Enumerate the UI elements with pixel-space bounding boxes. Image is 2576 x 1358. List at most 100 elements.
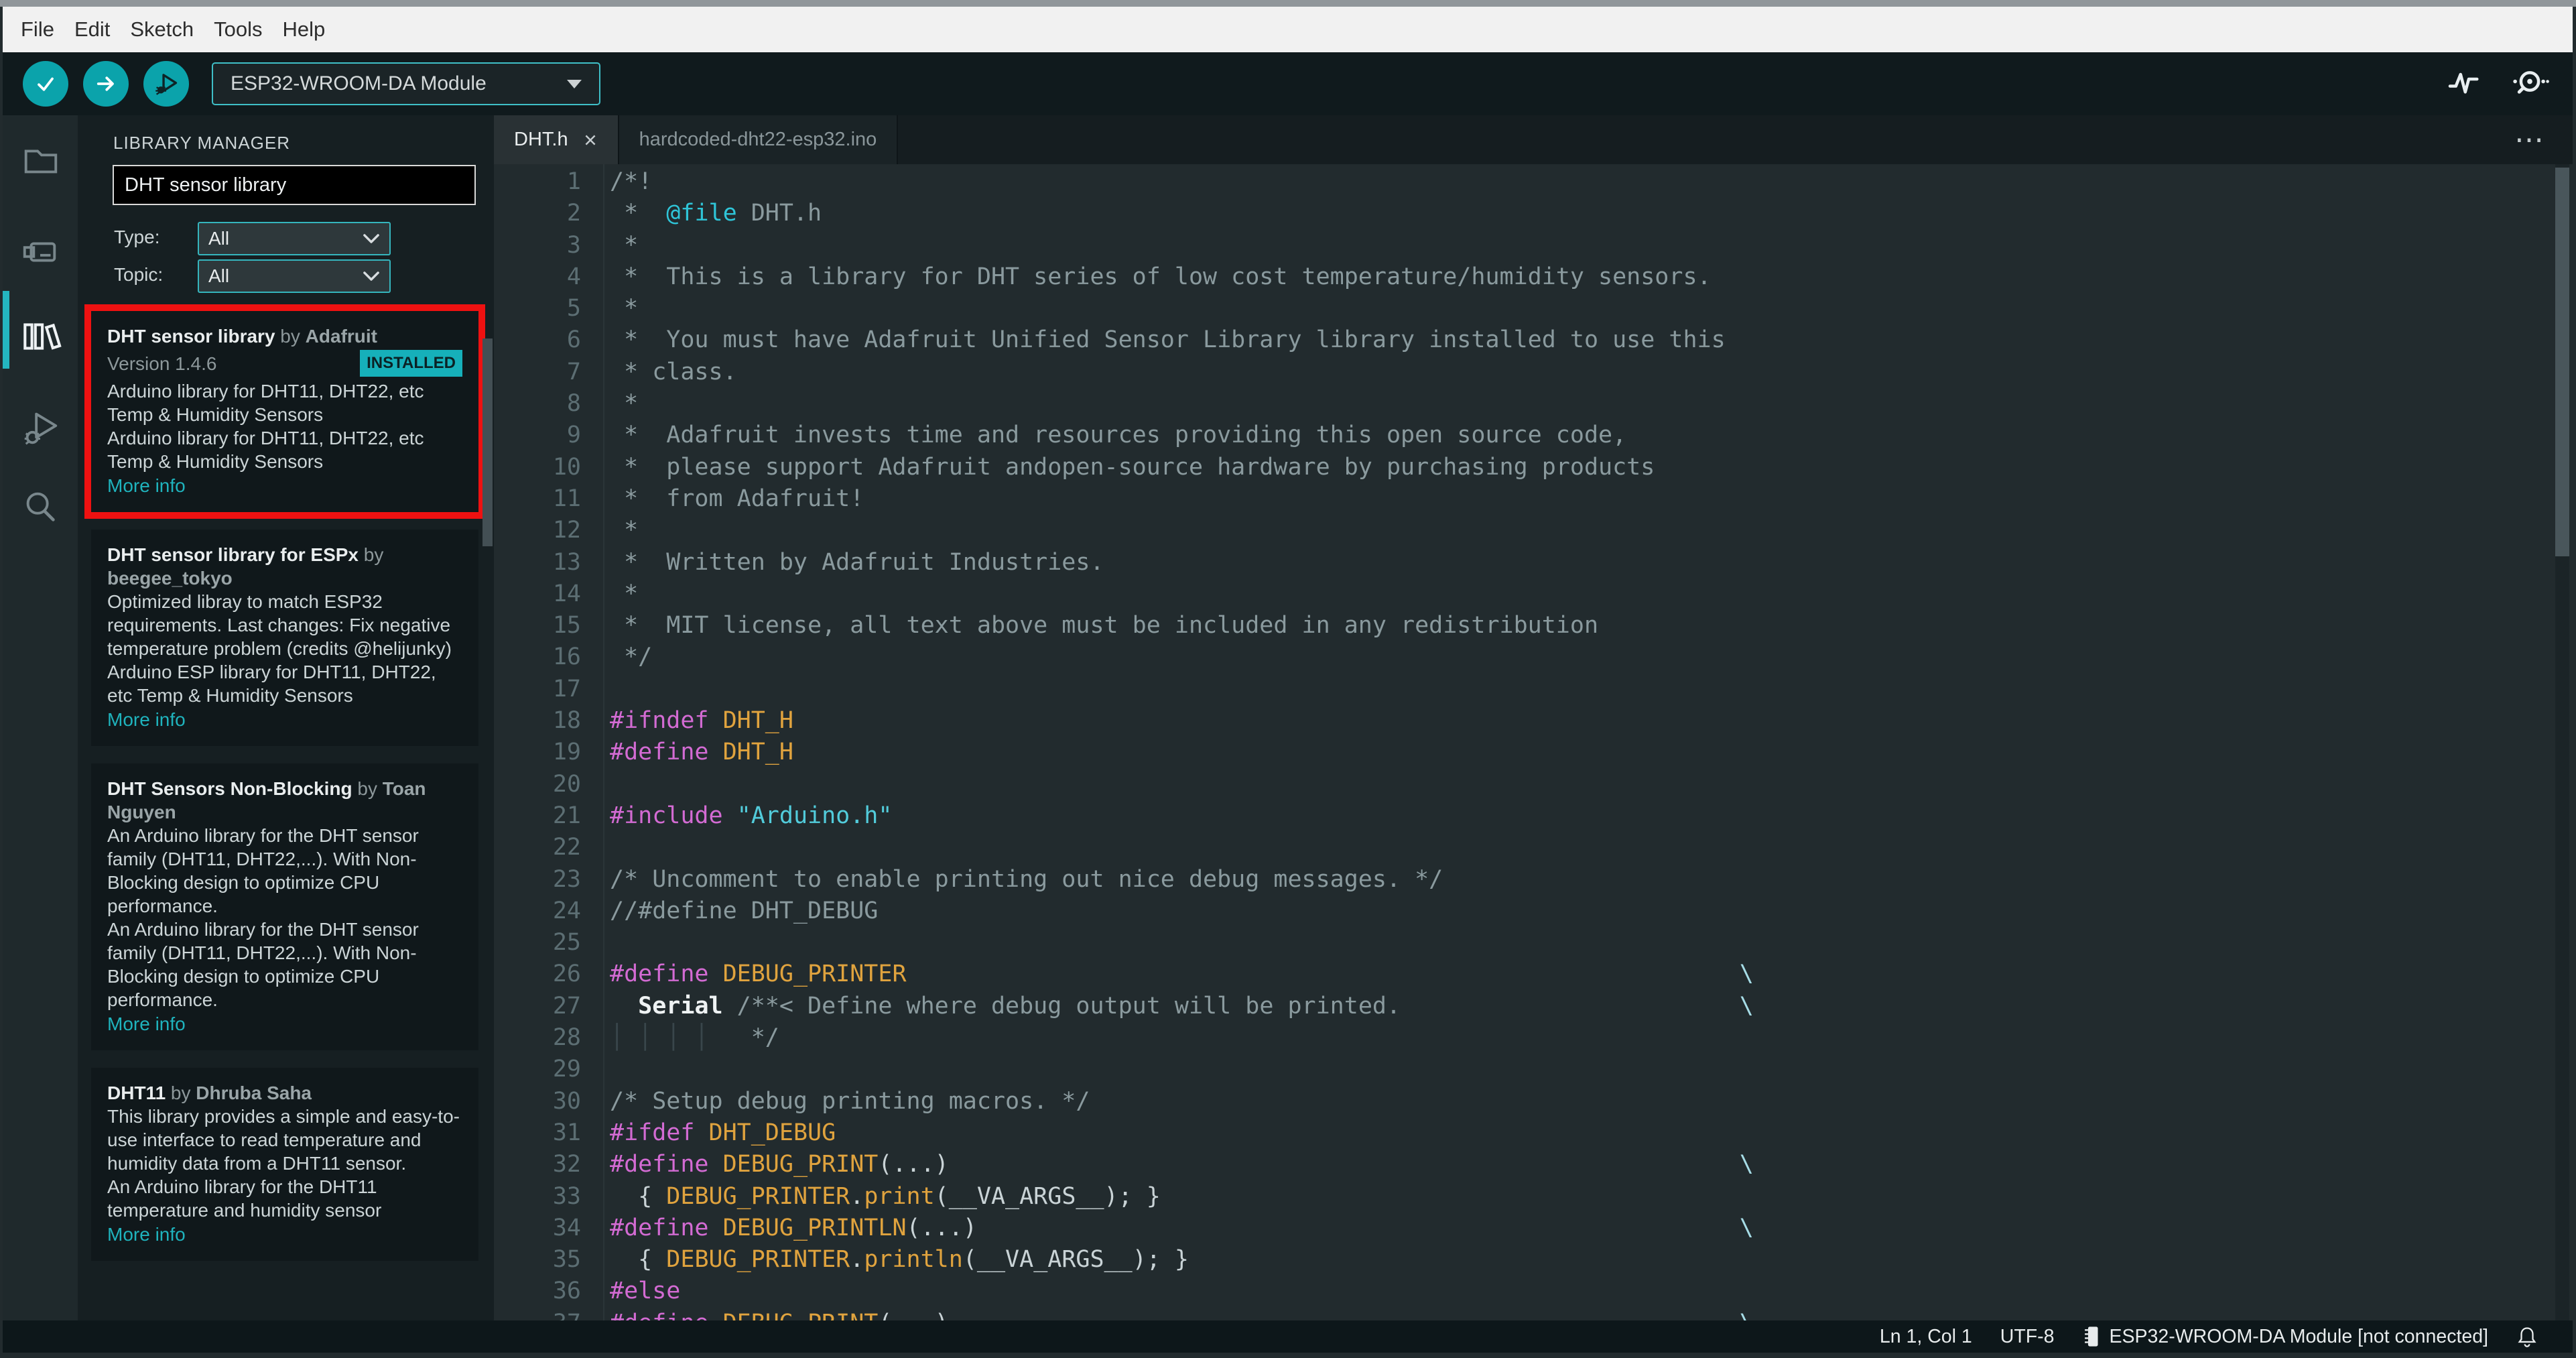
close-icon[interactable] xyxy=(583,133,598,147)
more-info-link[interactable]: More info xyxy=(107,1012,462,1036)
sidebar-item-search[interactable] xyxy=(3,479,78,536)
bug-play-icon xyxy=(152,70,180,98)
tab-DHT.h[interactable]: DHT.h xyxy=(494,115,619,164)
code-line[interactable]: 10 * please support Adafruit andopen-sou… xyxy=(494,452,2573,483)
code-line[interactable]: 36 #else xyxy=(494,1276,2573,1307)
code-token: { xyxy=(610,1182,667,1210)
activity-bar xyxy=(3,115,78,1320)
entry-description: An Arduino library for the DHT sensor fa… xyxy=(107,824,462,1011)
verify-button[interactable] xyxy=(23,61,68,107)
code-line[interactable]: 21 #include "Arduino.h" xyxy=(494,800,2573,832)
code-line[interactable]: 1 /*! xyxy=(494,166,2573,198)
library-entry[interactable]: DHT Sensors Non-Blocking by Toan Nguyen A… xyxy=(91,763,478,1050)
library-entry[interactable]: DHT sensor library for ESPx by beegee_to… xyxy=(91,530,478,746)
code-line[interactable]: 18 #ifndef DHT_H xyxy=(494,705,2573,737)
code-line[interactable]: 25 xyxy=(494,927,2573,959)
code-line[interactable]: 14 * xyxy=(494,578,2573,610)
code-line[interactable]: 29 xyxy=(494,1054,2573,1085)
code-line[interactable]: 17 xyxy=(494,674,2573,705)
line-number: 12 xyxy=(552,517,581,544)
code-token: │ │ │ │ xyxy=(610,1024,709,1052)
by-text: by xyxy=(275,326,306,347)
code-line[interactable]: 19 #define DHT_H xyxy=(494,737,2573,768)
topic-filter-select[interactable]: All xyxy=(198,259,391,293)
code-line[interactable]: 7 * class. xyxy=(494,357,2573,388)
tab-bar: DHT.h hardcoded-dht22-esp32.ino xyxy=(494,115,2573,164)
code-line[interactable]: 23 /* Uncomment to enable printing out ni… xyxy=(494,864,2573,896)
library-entry[interactable]: DHT sensor library by Adafruit Version 1.… xyxy=(84,304,485,519)
menu-item-help[interactable]: Help xyxy=(273,17,336,42)
code-token: DEBUG_PRINT xyxy=(723,1310,879,1320)
tab-hardcoded-dht22-esp32.ino[interactable]: hardcoded-dht22-esp32.ino xyxy=(619,115,899,164)
line-number: 32 xyxy=(552,1151,581,1178)
cursor-position[interactable]: Ln 1, Col 1 xyxy=(1880,1326,1972,1348)
code-line[interactable]: 11 * from Adafruit! xyxy=(494,483,2573,515)
panel-scrollbar[interactable] xyxy=(482,338,493,546)
notifications-button[interactable] xyxy=(2516,1325,2538,1348)
code-line[interactable]: 8 * xyxy=(494,388,2573,420)
ellipsis-icon[interactable]: ⋯ xyxy=(2514,115,2546,164)
code-line[interactable]: 34 #define DEBUG_PRINTLN(...) \ xyxy=(494,1213,2573,1244)
more-info-link[interactable]: More info xyxy=(107,708,462,731)
menu-item-file[interactable]: File xyxy=(11,17,64,42)
by-text: by xyxy=(359,544,384,565)
code-line[interactable]: 4 * This is a library for DHT series of … xyxy=(494,261,2573,293)
more-info-link[interactable]: More info xyxy=(107,1223,462,1246)
code-line[interactable]: 12 * xyxy=(494,515,2573,546)
description-paragraph: Optimized libray to match ESP32 requirem… xyxy=(107,591,452,659)
menu-item-sketch[interactable]: Sketch xyxy=(120,17,204,42)
sidebar-item-boards-manager[interactable] xyxy=(3,223,78,280)
code-token: #define xyxy=(610,1310,709,1320)
menu-item-tools[interactable]: Tools xyxy=(204,17,272,42)
debug-button[interactable] xyxy=(143,61,189,107)
chevron-down-icon xyxy=(363,271,380,282)
code-line[interactable]: 15 * MIT license, all text above must be… xyxy=(494,610,2573,641)
code-line[interactable]: 9 * Adafruit invests time and resources … xyxy=(494,420,2573,451)
code-line[interactable]: 13 * Written by Adafruit Industries. xyxy=(494,547,2573,578)
panel-title: LIBRARY MANAGER xyxy=(113,133,291,153)
code-line[interactable]: 30 /* Setup debug printing macros. */ xyxy=(494,1086,2573,1117)
code-line[interactable]: 5 * xyxy=(494,293,2573,324)
serial-plotter-icon[interactable] xyxy=(2445,65,2483,103)
code-line[interactable]: 16 */ xyxy=(494,641,2573,673)
more-info-link[interactable]: More info xyxy=(107,474,462,497)
type-filter-select[interactable]: All xyxy=(198,222,391,255)
sidebar-item-library-manager[interactable] xyxy=(3,307,78,365)
code-line[interactable]: 32 #define DEBUG_PRINT(...) \ xyxy=(494,1149,2573,1180)
menu-item-edit[interactable]: Edit xyxy=(64,17,120,42)
entry-title: DHT Sensors Non-Blocking by Toan Nguyen xyxy=(107,777,462,824)
code-line[interactable]: 26 #define DEBUG_PRINTER \ xyxy=(494,959,2573,990)
board-selector-dropdown[interactable]: ESP32-WROOM-DA Module xyxy=(212,62,600,105)
code-editor[interactable]: 1/*! 2 * @file DHT.h 3 * 4 * This is a libr… xyxy=(494,164,2573,1320)
line-number: 17 xyxy=(552,675,581,702)
sidebar-item-sketchbook[interactable] xyxy=(3,131,78,189)
board-status[interactable]: ESP32-WROOM-DA Module [not connected] xyxy=(2083,1325,2488,1348)
library-search-input[interactable] xyxy=(113,165,476,205)
code-line[interactable]: 3 * xyxy=(494,230,2573,261)
sidebar-item-debug[interactable] xyxy=(3,399,78,457)
line-number: 13 xyxy=(552,548,581,576)
code-token: { xyxy=(610,1246,667,1274)
code-line[interactable]: 31 #ifdef DHT_DEBUG xyxy=(494,1117,2573,1149)
code-line[interactable]: 20 xyxy=(494,769,2573,800)
code-token: #define xyxy=(610,1214,709,1241)
encoding-indicator[interactable]: UTF-8 xyxy=(2000,1326,2055,1348)
version-text: Version 1.4.6 xyxy=(107,353,217,374)
code-line[interactable]: 37 #define DEBUG_PRINT(...) \ xyxy=(494,1308,2573,1320)
entry-title: DHT sensor library for ESPx by beegee_to… xyxy=(107,543,462,590)
code-line[interactable]: 33 { DEBUG_PRINTER.print(__VA_ARGS__); } xyxy=(494,1181,2573,1213)
code-line[interactable]: 2 * @file DHT.h xyxy=(494,198,2573,229)
code-token: #define xyxy=(610,739,709,766)
line-number: 2 xyxy=(566,200,581,227)
library-entry[interactable]: DHT11 by Dhruba Saha This library provide… xyxy=(91,1068,478,1261)
code-line[interactable]: 22 xyxy=(494,832,2573,863)
code-line[interactable]: 27 Serial /**< Define where debug output… xyxy=(494,991,2573,1022)
upload-button[interactable] xyxy=(83,61,129,107)
code-line[interactable]: 28 │ │ │ │ */ xyxy=(494,1022,2573,1054)
code-line[interactable]: 24 //#define DHT_DEBUG xyxy=(494,896,2573,927)
editor-scrollbar[interactable] xyxy=(2555,168,2569,556)
code-line[interactable]: 6 * You must have Adafruit Unified Senso… xyxy=(494,324,2573,356)
code-line[interactable]: 35 { DEBUG_PRINTER.println(__VA_ARGS__);… xyxy=(494,1244,2573,1276)
serial-monitor-icon[interactable] xyxy=(2510,65,2550,103)
